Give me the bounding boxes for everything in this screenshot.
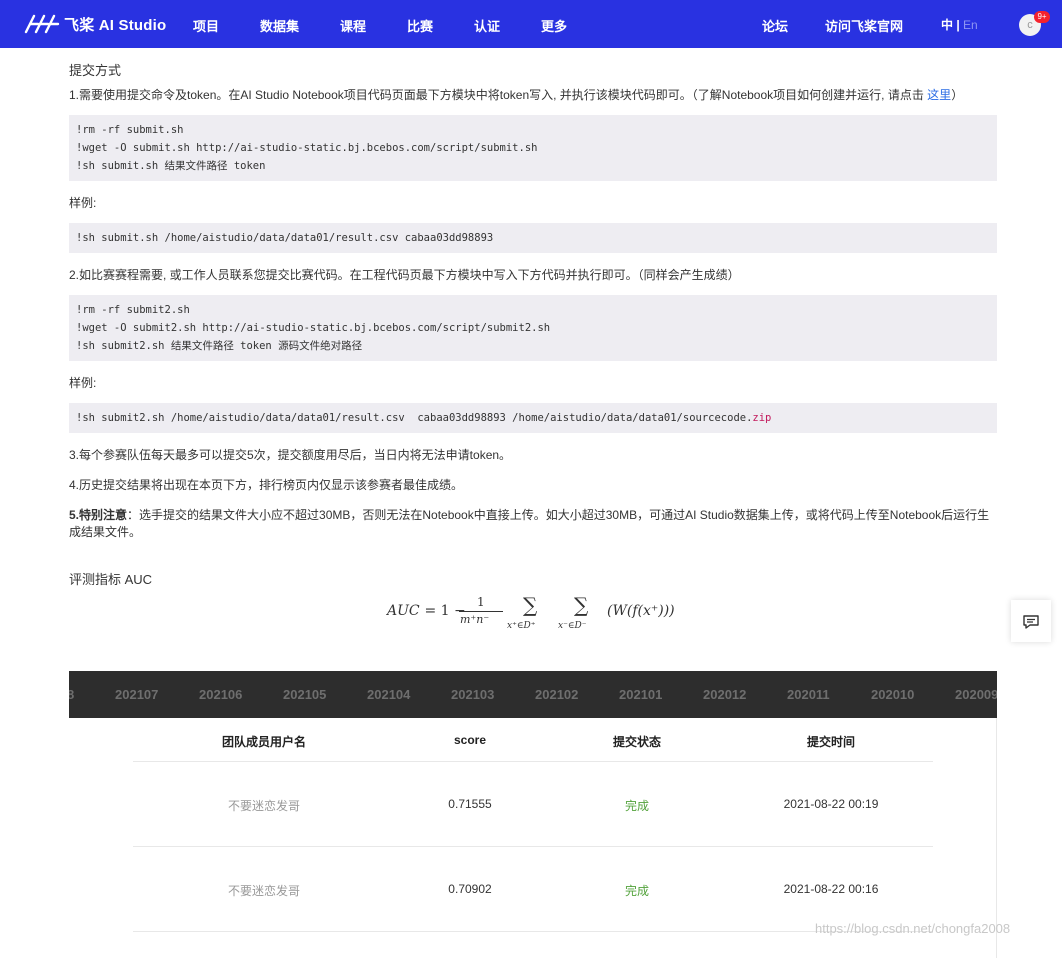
- nav-item-datasets[interactable]: 数据集: [260, 16, 299, 35]
- top-nav: 飞桨 AI Studio 项目 数据集 课程 比赛 认证 更多 论坛 访问飞桨官…: [0, 0, 1062, 48]
- tab-period[interactable]: 202103: [451, 687, 494, 702]
- code-block-submit2: !rm -rf submit2.sh !wget -O submit2.sh h…: [69, 295, 997, 361]
- nav-item-more[interactable]: 更多: [541, 16, 567, 35]
- example-label: 样例:: [69, 196, 97, 210]
- header-time: 提交时间: [806, 735, 856, 749]
- nav-item-forum[interactable]: 论坛: [762, 16, 788, 35]
- here-link[interactable]: 这里: [927, 88, 951, 102]
- message-icon: [1023, 615, 1039, 629]
- feedback-button[interactable]: [1011, 600, 1051, 642]
- section-heading-submit: 提交方式: [69, 63, 122, 78]
- step4-text: 4.历史提交结果将出现在本页下方，排行榜页内仅显示该参赛者最佳成绩。: [69, 478, 464, 492]
- tab-period[interactable]: 202009: [955, 687, 997, 702]
- table-row: 不要迷恋发哥 0.70902 完成 2021-08-22 00:16: [133, 847, 933, 932]
- table-header: 团队成员用户名 score 提交状态 提交时间: [133, 718, 933, 762]
- code-block-example: !sh submit.sh /home/aistudio/data/data01…: [69, 223, 997, 253]
- example-label-2: 样例:: [69, 376, 97, 390]
- nav-item-official-site[interactable]: 访问飞桨官网: [825, 16, 903, 35]
- tab-period[interactable]: 202107: [115, 687, 158, 702]
- logo[interactable]: 飞桨 AI Studio: [24, 12, 166, 36]
- table-row: 不要迷恋发哥 0.71555 完成 2021-08-22 00:19: [133, 762, 933, 847]
- language-switch[interactable]: 中 | En: [941, 16, 978, 33]
- header-username: 团队成员用户名: [221, 735, 307, 749]
- header-status: 提交状态: [612, 735, 662, 749]
- watermark: https://blog.csdn.net/chongfa2008: [815, 921, 1011, 936]
- cell-time: 2021-08-22 00:16: [783, 882, 879, 896]
- tab-period[interactable]: 202011: [787, 687, 830, 702]
- step2-text: 2.如比赛赛程需要, 或工作人员联系您提交比赛代码。在工程代码页最下方模块中写入…: [69, 268, 740, 282]
- tab-period[interactable]: 202106: [199, 687, 242, 702]
- step5-text: 5.特别注意：选手提交的结果文件大小应不超过30MB，否则无法在Notebook…: [69, 508, 990, 539]
- tab-period[interactable]: 202012: [703, 687, 746, 702]
- tab-period[interactable]: 8: [69, 687, 74, 702]
- tab-period[interactable]: 202104: [367, 687, 410, 702]
- header-score: score: [453, 733, 487, 747]
- nav-item-projects[interactable]: 项目: [193, 16, 219, 35]
- code-block-submit: !rm -rf submit.sh !wget -O submit.sh htt…: [69, 115, 997, 181]
- nav-item-competitions[interactable]: 比赛: [407, 16, 433, 35]
- tab-period[interactable]: 202010: [871, 687, 914, 702]
- lang-other[interactable]: En: [963, 18, 978, 32]
- cell-score: 0.70902: [448, 882, 492, 896]
- period-tabs: 8 202107 202106 202105 202104 202103 202…: [69, 671, 997, 718]
- step1-text: 1.需要使用提交命令及token。在AI Studio Notebook项目代码…: [69, 88, 964, 102]
- lang-separator: |: [953, 18, 964, 32]
- notification-badge: 9+: [1034, 11, 1050, 23]
- cell-status: 完成: [624, 884, 650, 898]
- nav-item-certification[interactable]: 认证: [474, 16, 500, 35]
- lang-current[interactable]: 中: [941, 18, 953, 32]
- step3-text: 3.每个参赛队伍每天最多可以提交5次，提交额度用尽后，当日内将无法申请token…: [69, 448, 512, 462]
- tab-period[interactable]: 202105: [283, 687, 326, 702]
- nav-item-courses[interactable]: 课程: [340, 16, 366, 35]
- paddle-logo-icon: [24, 14, 60, 34]
- logo-text: 飞桨 AI Studio: [64, 16, 167, 34]
- section-heading-metric: 评测指标 AUC: [69, 572, 153, 587]
- cell-time: 2021-08-22 00:19: [783, 797, 879, 811]
- cell-status: 完成: [624, 799, 650, 813]
- cell-username: 不要迷恋发哥: [227, 799, 301, 813]
- cell-score: 0.71555: [448, 797, 492, 811]
- tab-period[interactable]: 202102: [535, 687, 578, 702]
- code-block-example2: !sh submit2.sh /home/aistudio/data/data0…: [69, 403, 997, 433]
- tab-period[interactable]: 202101: [619, 687, 662, 702]
- auc-formula: AUC = 1 − 1 m⁺n⁻ ∑ x⁺∈D⁺ ∑ x⁻∈D⁻ (W(f(x⁺…: [387, 593, 675, 631]
- cell-username: 不要迷恋发哥: [227, 884, 301, 898]
